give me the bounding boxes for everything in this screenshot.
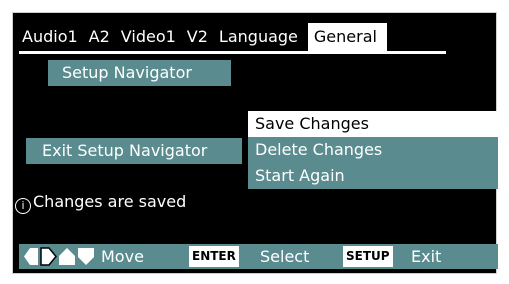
start-again-option[interactable]: Start Again xyxy=(248,163,498,189)
changes-menu: Save Changes Delete Changes Start Again xyxy=(248,111,498,189)
setup-screen: Audio1 A2 Video1 V2 Language General Set… xyxy=(12,12,498,274)
tab-language[interactable]: Language xyxy=(216,23,301,51)
info-icon: i xyxy=(15,198,31,214)
setup-key: SETUP xyxy=(343,246,393,267)
status-text: Changes are saved xyxy=(33,192,187,211)
delete-changes-option[interactable]: Delete Changes xyxy=(248,137,498,163)
tab-video1[interactable]: Video1 xyxy=(118,23,179,51)
save-changes-option[interactable]: Save Changes xyxy=(248,111,498,137)
tab-a2[interactable]: A2 xyxy=(86,23,113,51)
footer-bar: Move ENTER Select SETUP Exit xyxy=(19,244,498,269)
setup-navigator-button[interactable]: Setup Navigator xyxy=(48,60,231,86)
right-arrow-icon xyxy=(40,247,57,266)
status-message: i Changes are saved xyxy=(15,191,187,214)
tab-general[interactable]: General xyxy=(307,23,387,51)
move-label: Move xyxy=(101,247,144,266)
tab-audio1[interactable]: Audio1 xyxy=(19,23,81,51)
tab-v2[interactable]: V2 xyxy=(184,23,211,51)
tab-bar: Audio1 A2 Video1 V2 Language General xyxy=(19,23,392,51)
down-arrow-icon xyxy=(78,248,94,265)
enter-key: ENTER xyxy=(189,246,239,267)
left-arrow-icon xyxy=(24,248,38,265)
up-arrow-icon xyxy=(59,248,75,265)
exit-setup-navigator-button[interactable]: Exit Setup Navigator xyxy=(26,138,242,164)
exit-label: Exit xyxy=(411,247,442,266)
tab-underline xyxy=(19,51,446,54)
select-label: Select xyxy=(260,247,310,266)
